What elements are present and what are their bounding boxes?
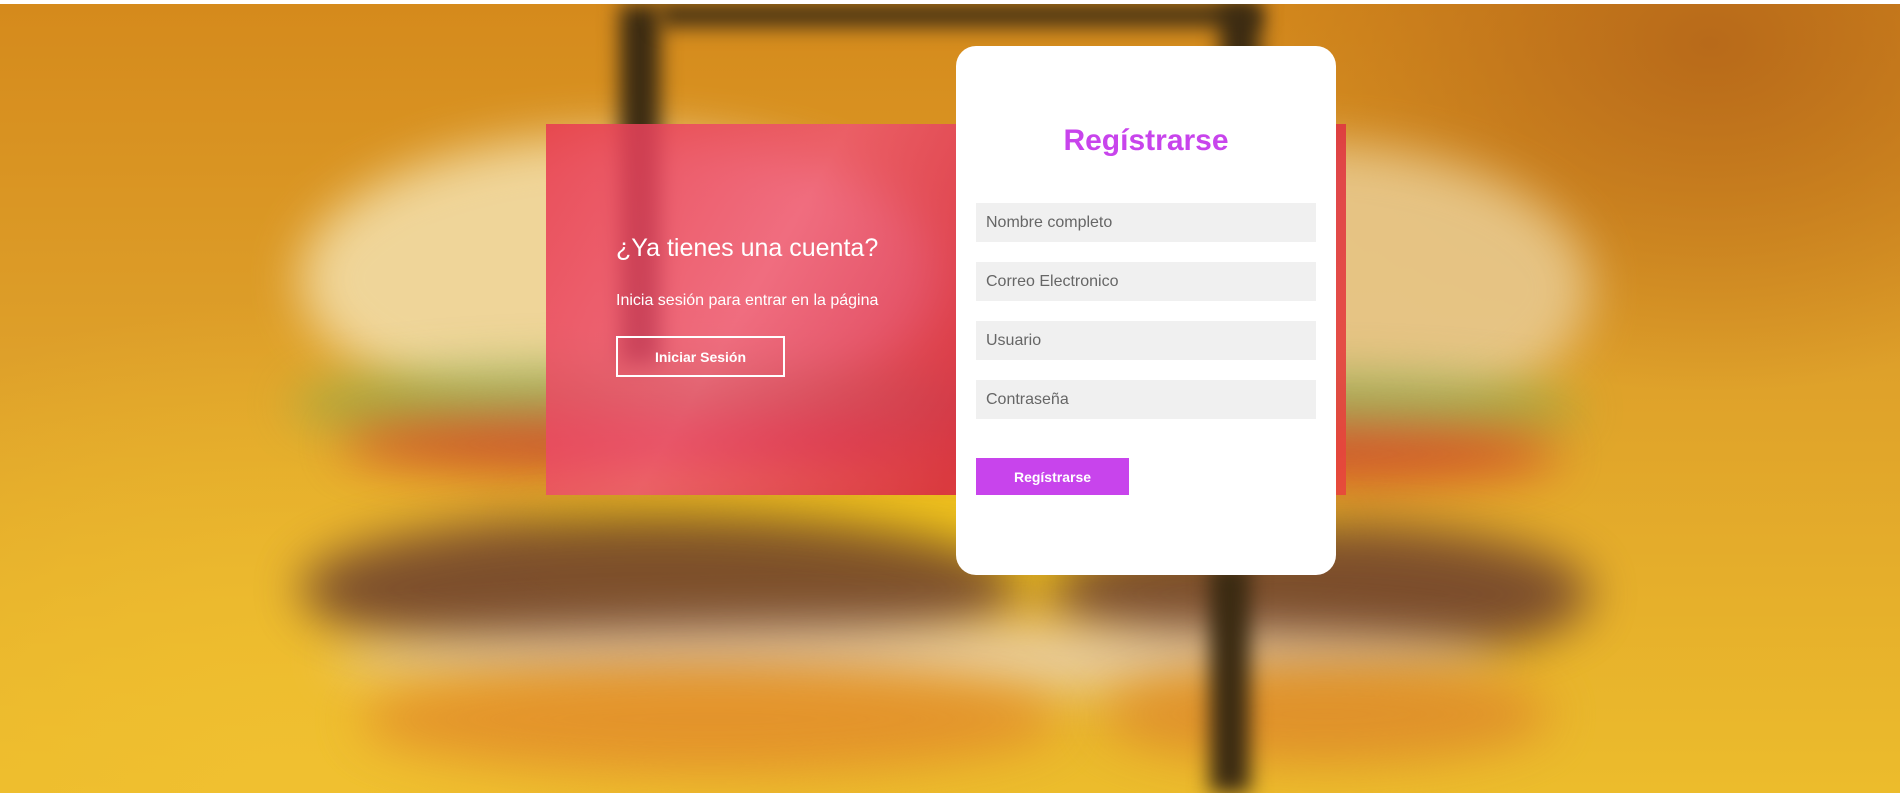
login-overlay-content: ¿Ya tienes una cuenta? Inicia sesión par… — [616, 232, 946, 377]
login-prompt-title: ¿Ya tienes una cuenta? — [616, 234, 879, 262]
password-field[interactable] — [976, 380, 1316, 419]
burger-bun-bottom — [360, 664, 1060, 774]
username-field[interactable] — [976, 321, 1316, 360]
burger-bun-bottom — [1100, 664, 1550, 764]
login-button[interactable]: Iniciar Sesión — [616, 336, 785, 377]
register-title: Regístrarse — [1063, 124, 1229, 157]
full-name-field[interactable] — [976, 203, 1316, 242]
stand-bar — [1210, 564, 1250, 793]
email-field[interactable] — [976, 262, 1316, 301]
login-prompt-text: Inicia sesión para entrar en la página — [616, 292, 879, 309]
register-card: Regístrarse Regístrarse — [956, 46, 1336, 575]
stand-bar — [660, 4, 1260, 26]
register-button[interactable]: Regístrarse — [976, 458, 1129, 495]
